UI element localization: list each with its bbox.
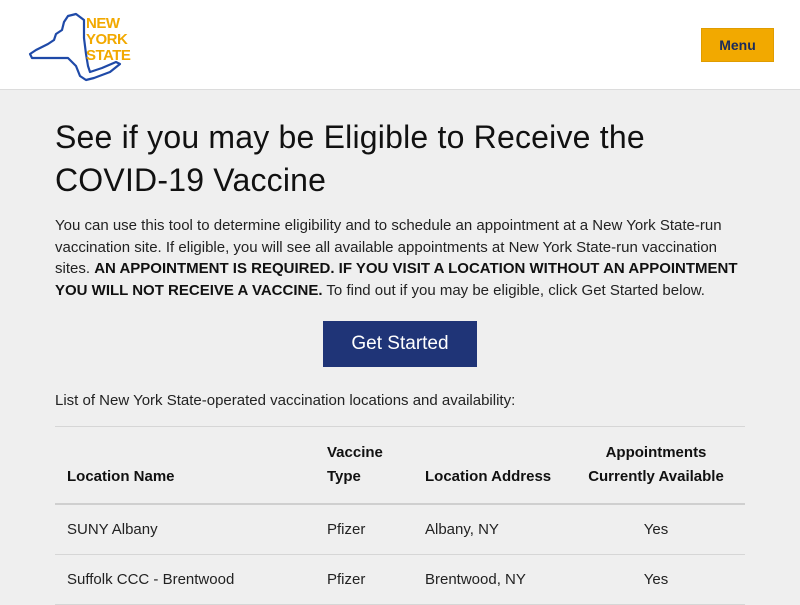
cell-location-address: Albany, NY bbox=[413, 504, 567, 556]
cell-location-name: Suffolk CCC - Brentwood bbox=[55, 554, 315, 605]
table-row: Suffolk CCC - Brentwood Pfizer Brentwood… bbox=[55, 554, 745, 605]
header-location-address: Location Address bbox=[425, 468, 552, 486]
main-content: See if you may be Eligible to Receive th… bbox=[55, 116, 745, 605]
cell-vaccine-type: Pfizer bbox=[315, 504, 413, 556]
menu-button[interactable]: Menu bbox=[701, 28, 774, 62]
table-row: SUNY Albany Pfizer Albany, NY Yes bbox=[55, 504, 745, 556]
table-header-row: Location Name Vaccine Type Location Addr… bbox=[55, 426, 745, 505]
page-title-line-2: COVID-19 Vaccine bbox=[55, 162, 327, 198]
cell-location-name: SUNY Albany bbox=[55, 504, 315, 556]
nys-logo[interactable]: NEW YORK STATE bbox=[24, 10, 140, 84]
site-header: NEW YORK STATE Menu bbox=[0, 0, 800, 90]
logo-line-1: NEW bbox=[86, 15, 120, 32]
cell-location-address: Brentwood, NY bbox=[413, 554, 567, 605]
intro-paragraph: You can use this tool to determine eligi… bbox=[55, 215, 745, 301]
page-title-line-1: See if you may be Eligible to Receive th… bbox=[55, 119, 645, 155]
header-appointments-available: Appointments Currently Available bbox=[588, 444, 724, 486]
cell-availability: Yes bbox=[567, 504, 745, 556]
page-title: See if you may be Eligible to Receive th… bbox=[55, 116, 745, 202]
cell-vaccine-type: Pfizer bbox=[315, 554, 413, 605]
cta-container: Get Started bbox=[55, 321, 745, 368]
logo-line-3: STATE bbox=[86, 47, 131, 64]
logo-line-2: YORK bbox=[86, 31, 128, 48]
header-vaccine-type: Vaccine Type bbox=[327, 444, 383, 486]
logo-wordmark: NEW YORK STATE bbox=[86, 15, 131, 64]
header-location-name: Location Name bbox=[67, 468, 175, 486]
get-started-button[interactable]: Get Started bbox=[323, 321, 477, 368]
cell-availability: Yes bbox=[567, 554, 745, 605]
locations-caption: List of New York State-operated vaccinat… bbox=[55, 392, 516, 410]
locations-table: Location Name Vaccine Type Location Addr… bbox=[55, 426, 745, 605]
intro-text-2: To find out if you may be eligible, clic… bbox=[322, 281, 705, 299]
